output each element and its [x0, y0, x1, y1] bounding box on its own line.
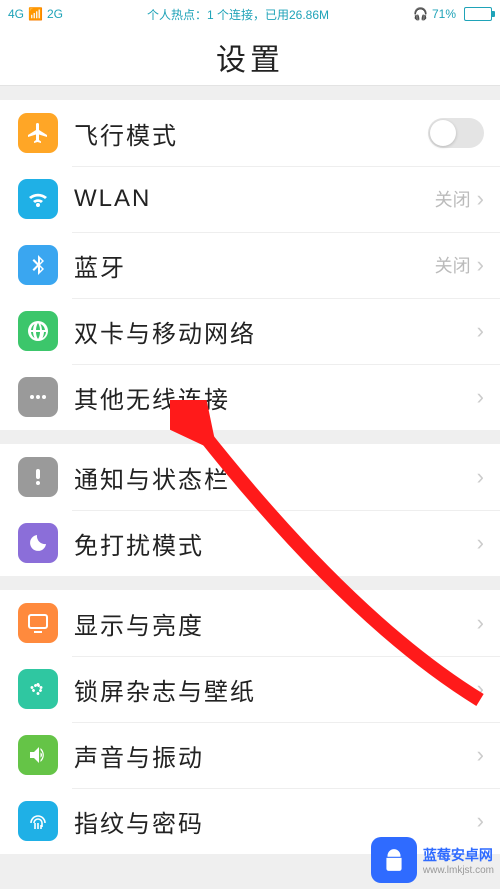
row-airplane[interactable]: 飞行模式	[0, 100, 500, 166]
row-label: 蓝牙	[74, 248, 435, 283]
dots-icon	[18, 377, 58, 417]
row-label: 飞行模式	[74, 116, 428, 151]
row-label: 锁屏杂志与壁纸	[74, 672, 477, 707]
chevron-right-icon: ›	[477, 252, 484, 278]
row-label: 双卡与移动网络	[74, 314, 477, 349]
settings-group: 飞行模式WLAN关闭›蓝牙关闭›双卡与移动网络›其他无线连接›	[0, 100, 500, 430]
network-type: 4G	[8, 7, 24, 21]
row-sound[interactable]: 声音与振动›	[0, 722, 500, 788]
battery-icon	[464, 7, 492, 21]
page-title: 设置	[0, 28, 500, 86]
row-sim[interactable]: 双卡与移动网络›	[0, 298, 500, 364]
fingerprint-icon	[18, 801, 58, 841]
toggle-airplane[interactable]	[428, 118, 484, 148]
chevron-right-icon: ›	[477, 464, 484, 490]
chevron-right-icon: ›	[477, 318, 484, 344]
headset-icon: 🎧	[413, 7, 428, 21]
bluetooth-icon	[18, 245, 58, 285]
row-dnd[interactable]: 免打扰模式›	[0, 510, 500, 576]
row-label: 声音与振动	[74, 738, 477, 773]
chevron-right-icon: ›	[477, 610, 484, 636]
row-lockscreen[interactable]: 锁屏杂志与壁纸›	[0, 656, 500, 722]
row-bluetooth[interactable]: 蓝牙关闭›	[0, 232, 500, 298]
watermark-icon	[371, 837, 417, 883]
row-value: 关闭	[435, 252, 471, 278]
moon-icon	[18, 523, 58, 563]
row-value: 关闭	[435, 186, 471, 212]
row-label: 其他无线连接	[74, 380, 477, 415]
settings-group: 显示与亮度›锁屏杂志与壁纸›声音与振动›指纹与密码›	[0, 590, 500, 854]
watermark-sub: www.lmkjst.com	[423, 865, 494, 876]
chevron-right-icon: ›	[477, 384, 484, 410]
exclaim-icon	[18, 457, 58, 497]
wifi-icon	[18, 179, 58, 219]
row-label: 显示与亮度	[74, 606, 477, 641]
row-otherwifi[interactable]: 其他无线连接›	[0, 364, 500, 430]
row-display[interactable]: 显示与亮度›	[0, 590, 500, 656]
speaker-icon	[18, 735, 58, 775]
watermark: 蓝莓安卓网 www.lmkjst.com	[371, 837, 494, 883]
battery-percent: 71%	[432, 7, 456, 21]
row-label: 免打扰模式	[74, 526, 477, 561]
airplane-icon	[18, 113, 58, 153]
row-label: WLAN	[74, 185, 435, 213]
watermark-title: 蓝莓安卓网	[423, 845, 494, 865]
signal-icon: 📶	[28, 7, 43, 21]
chevron-right-icon: ›	[477, 742, 484, 768]
status-bar: 4G 📶 2G 个人热点：1 个连接，已用26.86M 🎧 71%	[0, 0, 500, 28]
row-label: 指纹与密码	[74, 804, 477, 839]
monitor-icon	[18, 603, 58, 643]
flower-icon	[18, 669, 58, 709]
chevron-right-icon: ›	[477, 676, 484, 702]
chevron-right-icon: ›	[477, 530, 484, 556]
globe-icon	[18, 311, 58, 351]
chevron-right-icon: ›	[477, 186, 484, 212]
settings-list: 飞行模式WLAN关闭›蓝牙关闭›双卡与移动网络›其他无线连接›通知与状态栏›免打…	[0, 100, 500, 854]
signal-sub: 2G	[47, 7, 63, 21]
row-label: 通知与状态栏	[74, 460, 477, 495]
hotspot-status: 个人热点：1 个连接，已用26.86M	[63, 6, 413, 23]
chevron-right-icon: ›	[477, 808, 484, 834]
row-wlan[interactable]: WLAN关闭›	[0, 166, 500, 232]
row-notif[interactable]: 通知与状态栏›	[0, 444, 500, 510]
settings-group: 通知与状态栏›免打扰模式›	[0, 444, 500, 576]
